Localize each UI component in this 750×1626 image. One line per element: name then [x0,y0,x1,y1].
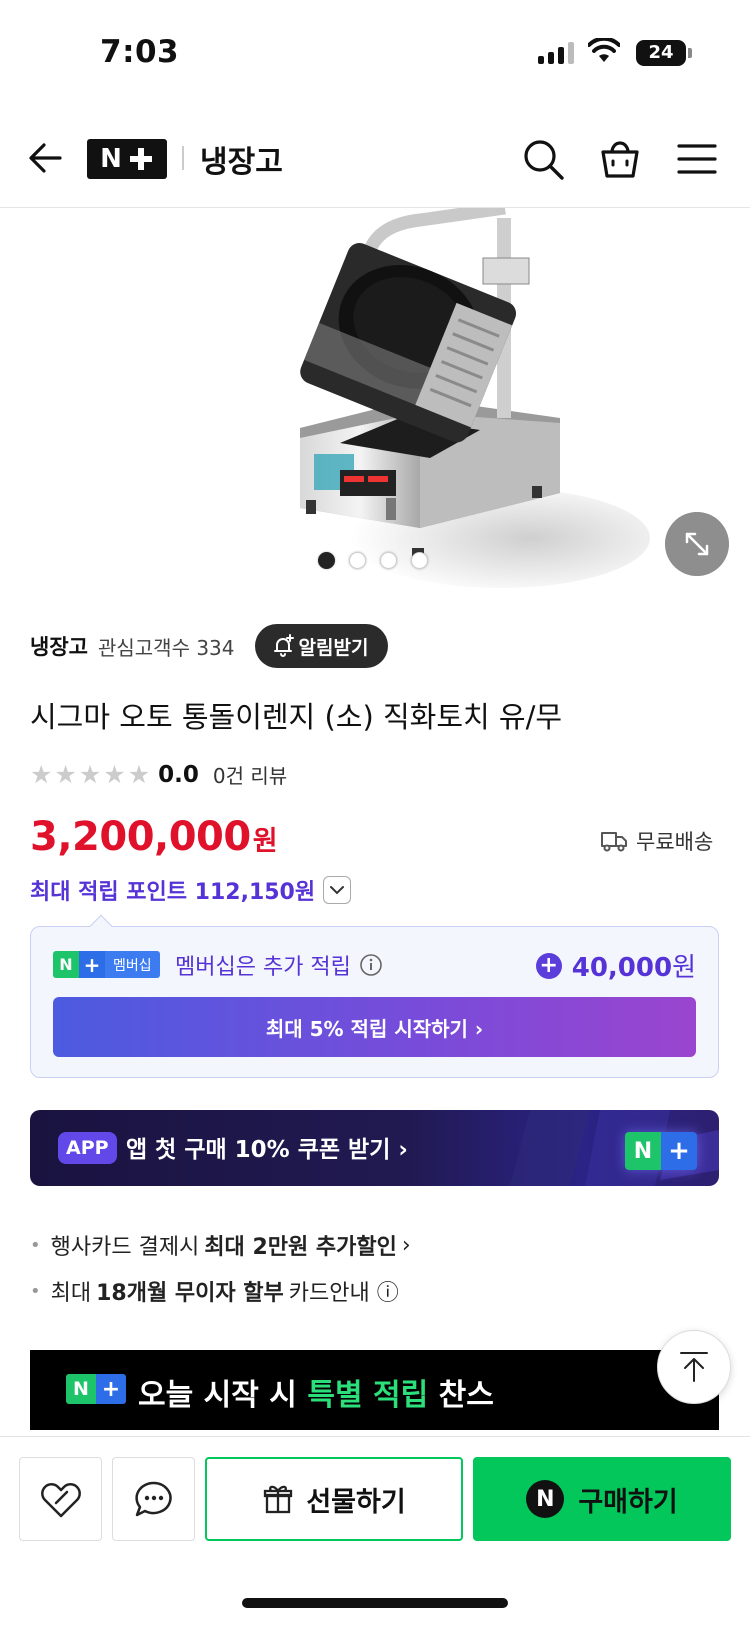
membership-box: N + 멤버십 멤버십은 추가 적립 + 40,000원 최대 5% 적립 시작… [30,914,719,1078]
review-count[interactable]: 0건 리뷰 [213,760,287,789]
back-arrow-icon[interactable] [26,138,66,178]
store-name-label[interactable]: 냉장고 [30,631,88,661]
store-name[interactable]: 냉장고 [200,137,283,181]
search-icon[interactable] [520,136,566,182]
alarm-label: 알림받기 [298,636,369,659]
special-points-text: 오늘 시작 시 특별 적립 찬스 [138,1370,494,1414]
plus-circle-icon: + [535,952,562,979]
naver-plus-logo[interactable]: N [87,139,167,179]
heart-icon [40,1483,81,1518]
wifi-icon [588,38,620,62]
naver-plus-logo: N + [625,1132,697,1170]
logo-plus-icon: + [96,1374,126,1404]
start-membership-button[interactable]: 최대 5% 적립 시작하기 › [53,997,696,1057]
product-image-gallery[interactable] [0,208,750,598]
badge-n: N [53,951,79,978]
home-indicator [242,1598,508,1608]
chevron-down-icon[interactable] [323,876,352,904]
list-item[interactable]: 행사카드 결제시 최대 2만원 추가할인 › [30,1222,411,1268]
gift-icon [264,1485,293,1514]
header-divider [182,146,184,170]
max-points-label: 최대 적립 포인트 112,150원 [30,880,316,905]
buy-button[interactable]: N 구매하기 [473,1457,731,1541]
app-tag: APP [58,1132,117,1164]
logo-n: N [66,1374,96,1404]
star-icon: ★ [54,760,77,789]
logo-n: N [625,1132,661,1170]
rating-stars: ★ ★ ★ ★ ★ [30,762,150,787]
price-unit: 원 [252,826,278,857]
wishlist-button[interactable] [19,1457,102,1541]
bonus-value: 40,000 [571,953,673,983]
chat-button[interactable] [112,1457,195,1541]
chevron-right-icon: › [401,1232,411,1258]
banner-text: 찬스 [428,1378,494,1413]
status-time: 7:03 [100,34,180,70]
star-icon: ★ [30,760,53,789]
gallery-pagination [318,552,428,569]
status-bar: 7:03 24 [0,0,750,110]
shopping-bag-icon[interactable] [597,136,643,182]
truck-icon [601,832,627,852]
logo-n: N [100,144,122,174]
max-points-row[interactable]: 최대 적립 포인트 112,150원 [30,874,352,906]
cellular-signal-icon [538,42,574,64]
fans-count: 관심고객수 334 [97,635,235,660]
star-icon: ★ [78,760,102,789]
logo-plus-icon [128,146,154,172]
naver-pay-icon: N [526,1480,565,1518]
benefit-highlight: 18개월 무이자 할부 [96,1281,284,1306]
tooltip-notch [89,914,113,938]
expand-image-icon[interactable] [665,512,729,576]
badge-text: 멤버십 [105,951,160,978]
alarm-button[interactable]: 알림받기 [254,624,389,668]
free-shipping: 무료배송 [600,826,713,856]
bell-plus-icon [273,634,294,657]
naver-plus-logo: N + [66,1374,126,1404]
product-title: 시그마 오토 통돌이렌지 (소) 직화토치 유/무 [30,700,563,734]
membership-bonus: + 40,000원 [535,947,696,984]
gallery-dot[interactable] [318,552,335,569]
chat-bubble-icon [134,1481,172,1517]
benefit-list: 행사카드 결제시 최대 2만원 추가할인 › 최대 18개월 무이자 할부 카드… [30,1222,411,1314]
info-icon[interactable] [359,953,383,977]
membership-message-text: 멤버십은 추가 적립 [175,955,351,980]
app-coupon-banner[interactable]: APP 앱 첫 구매 10% 쿠폰 받기 › N + [30,1110,719,1186]
store-info-row: 냉장고 관심고객수 334 알림받기 [30,624,389,668]
price-value: 3,200,000 [30,814,251,860]
star-icon: ★ [127,760,151,789]
battery-icon: 24 [636,40,686,66]
rating-row[interactable]: ★ ★ ★ ★ ★ 0.0 0건 리뷰 [30,760,287,789]
shipping-label: 무료배송 [636,830,714,854]
app-coupon-text: 앱 첫 구매 10% 쿠폰 받기 › [126,1137,408,1163]
menu-icon[interactable] [674,136,720,182]
badge-plus-icon: + [79,951,105,978]
logo-plus-icon: + [661,1132,697,1170]
arrow-up-icon [680,1352,708,1382]
membership-message: 멤버십은 추가 적립 [175,949,383,981]
star-icon: ★ [103,760,126,789]
benefit-text: 최대 [50,1281,92,1306]
gift-button[interactable]: 선물하기 [205,1457,463,1541]
benefit-text: 행사카드 결제시 [50,1235,200,1260]
rating-score: 0.0 [158,761,199,788]
naver-plus-membership-badge: N + 멤버십 [53,951,160,978]
gallery-dot[interactable] [411,552,428,569]
gift-label: 선물하기 [306,1486,406,1518]
benefit-text: 카드안내 ⓘ [288,1281,399,1306]
top-nav: N 냉장고 [0,112,750,208]
gallery-dot[interactable] [380,552,397,569]
scroll-to-top-button[interactable] [657,1330,731,1404]
bonus-unit: 원 [672,953,696,983]
product-image [300,208,650,588]
buy-label: 구매하기 [578,1486,678,1518]
banner-highlight: 특별 적립 [307,1378,429,1413]
banner-text: 오늘 시작 시 [138,1378,308,1413]
gallery-dot[interactable] [349,552,366,569]
benefit-highlight: 최대 2만원 추가할인 [204,1235,397,1260]
product-price: 3,200,000원 [30,814,278,860]
battery-cap [688,48,692,58]
special-points-banner[interactable]: N + 오늘 시작 시 특별 적립 찬스 [30,1350,719,1430]
list-item[interactable]: 최대 18개월 무이자 할부 카드안내 ⓘ [30,1268,411,1314]
